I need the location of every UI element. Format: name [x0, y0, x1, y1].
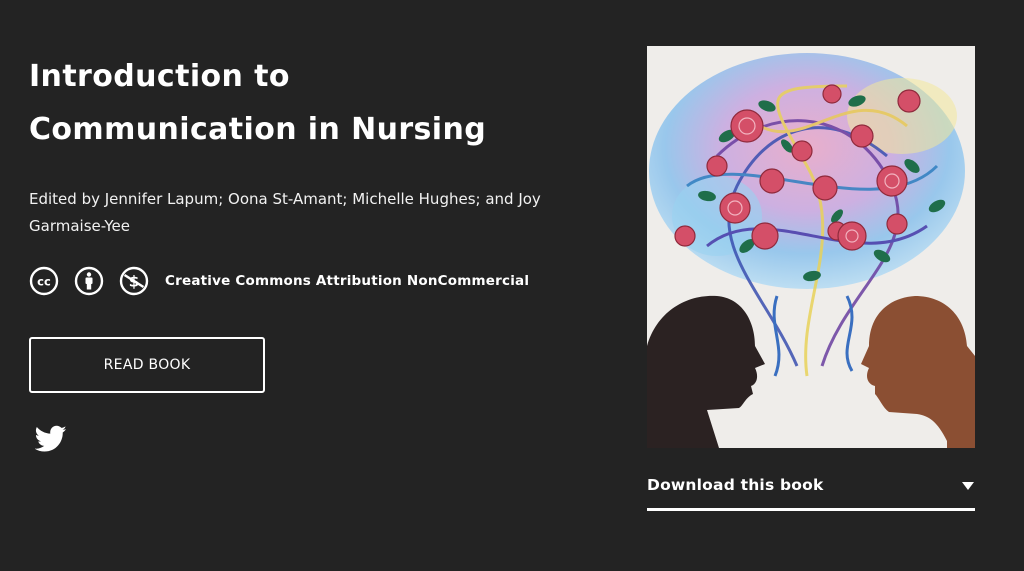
caret-down-icon [962, 482, 974, 490]
svg-text:cc: cc [37, 275, 51, 289]
download-label: Download this book [647, 476, 824, 494]
book-title: Introduction to Communication in Nursing [29, 50, 589, 156]
read-book-button[interactable]: READ BOOK [29, 337, 265, 393]
license-row: cc $ Creative Commons Attribution NonC [29, 266, 589, 296]
book-cover-image [647, 46, 975, 448]
book-landing-page: Introduction to Communication in Nursing… [0, 0, 1024, 571]
license-label: Creative Commons Attribution NonCommerci… [165, 273, 530, 289]
cc-icon: cc [29, 266, 59, 296]
noncommercial-icon: $ [119, 266, 149, 296]
book-title-line-2: Communication in Nursing [29, 112, 487, 147]
twitter-icon[interactable] [34, 425, 67, 453]
book-authors: Edited by Jennifer Lapum; Oona St-Amant;… [29, 190, 541, 235]
book-info: Introduction to Communication in Nursing… [29, 50, 589, 453]
book-title-line-1: Introduction to [29, 59, 290, 94]
download-dropdown[interactable]: Download this book [647, 472, 975, 511]
attribution-icon [74, 266, 104, 296]
book-cover-column: Download this book [647, 46, 975, 511]
